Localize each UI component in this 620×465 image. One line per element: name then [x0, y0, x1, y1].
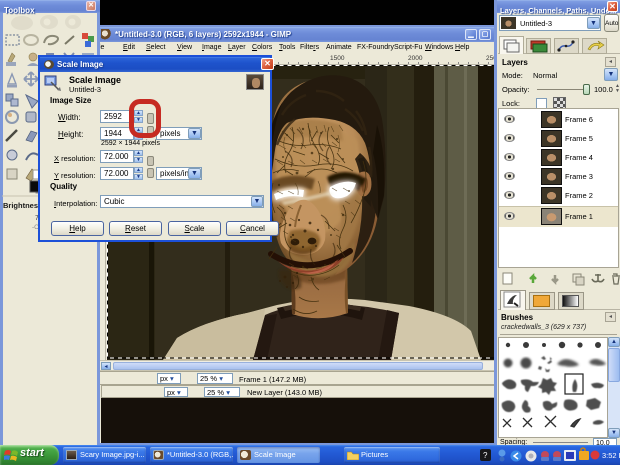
svg-text:3:52 PM: 3:52 PM	[602, 451, 620, 460]
svg-text:?: ?	[483, 451, 488, 460]
